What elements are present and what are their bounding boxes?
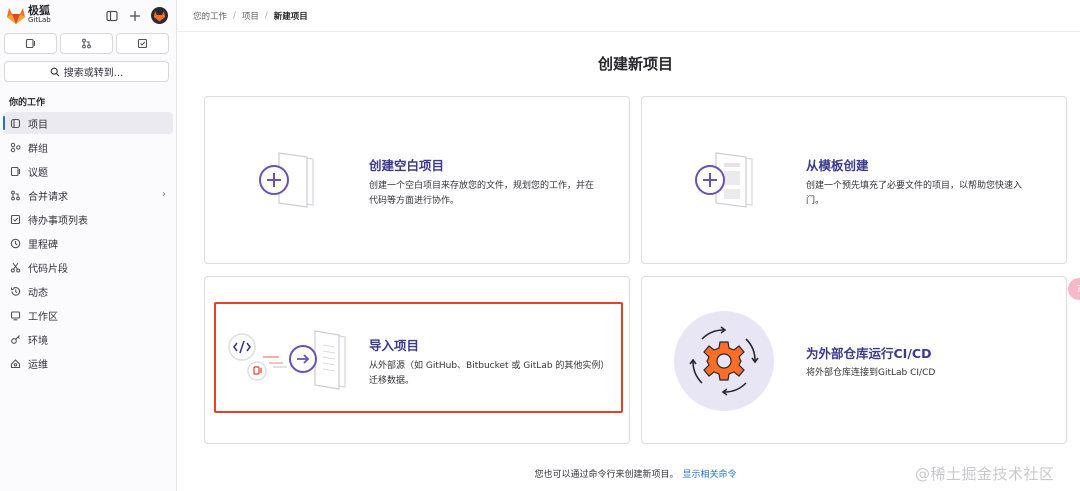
sidebar-item-environments[interactable]: 环境: [3, 328, 173, 350]
sidebar-item-label: 工作区: [28, 311, 58, 323]
sidebar-item-groups[interactable]: 群组: [3, 136, 173, 158]
card-description-line: 门。: [806, 196, 825, 206]
clock-icon: [9, 237, 21, 249]
project-icon: [9, 117, 21, 129]
sidebar-item-operations[interactable]: 运维: [3, 352, 173, 374]
breadcrumb-item-your-work[interactable]: 您的工作: [193, 10, 227, 22]
card-description-line: 创建一个空白项目来存放您的文件，规划您的工作，并在: [369, 181, 595, 191]
cicd-gear-illustration-icon: [674, 311, 774, 411]
card-title: 从模板创建: [806, 158, 869, 173]
sidebar-item-label: 待办事项列表: [28, 215, 88, 227]
card-description: 创建一个预先填充了必要文件的项目，以帮助您快速入 门。: [806, 179, 1022, 209]
workspace-icon: [9, 309, 21, 321]
group-icon: [9, 141, 21, 153]
brand-name: 极狐: [28, 4, 50, 17]
sidebar-item-label: 里程碑: [28, 239, 58, 251]
breadcrumb-separator: /: [264, 10, 268, 21]
create-from-template-card[interactable]: 从模板创建 创建一个预先填充了必要文件的项目，以帮助您快速入 门。: [641, 96, 1067, 264]
issues-icon: [9, 165, 21, 177]
card-description-line: 将外部仓库连接到GitLab CI/CD: [806, 368, 936, 378]
gitlab-logo-icon[interactable]: [6, 6, 26, 25]
import-project-focus-outline: [214, 302, 623, 413]
sidebar-item-label: 环境: [28, 335, 48, 347]
snippet-icon: [9, 261, 21, 273]
search-icon: [50, 67, 60, 76]
sidebar-item-label: 议题: [28, 167, 48, 179]
toggle-sidebar-icon[interactable]: [104, 8, 120, 24]
environment-icon: [9, 333, 21, 345]
card-description: 创建一个空白项目来存放您的文件，规划您的工作，并在 代码等方面进行协作。: [369, 179, 594, 209]
todo-icon: [9, 213, 21, 225]
quick-actions: [4, 33, 169, 54]
search-button[interactable]: 搜索或转到...: [4, 61, 169, 82]
plus-icon[interactable]: [127, 8, 143, 24]
card-title: 为外部仓库运行CI/CD: [806, 346, 932, 361]
operations-icon: [9, 357, 21, 369]
create-blank-project-card[interactable]: 创建空白项目 创建一个空白项目来存放您的文件，规划您的工作，并在 代码等方面进行…: [204, 96, 630, 264]
merge-request-icon: [82, 38, 91, 49]
cicd-for-external-repo-card[interactable]: 为外部仓库运行CI/CD 将外部仓库连接到GitLab CI/CD: [641, 276, 1067, 444]
issues-count-button[interactable]: [4, 33, 57, 54]
breadcrumb-item-projects[interactable]: 项目: [242, 10, 259, 22]
card-description-line: 代码等方面进行协作。: [369, 196, 460, 206]
sidebar-header: 极狐 GitLab: [0, 0, 177, 32]
page-title: 创建新项目: [597, 55, 673, 73]
sidebar-item-milestones[interactable]: 里程碑: [3, 232, 173, 254]
sidebar-item-snippets[interactable]: 代码片段: [3, 256, 173, 278]
chevron-right-icon[interactable]: ›: [162, 189, 166, 200]
help-button[interactable]: ?: [1068, 278, 1080, 300]
avatar[interactable]: [151, 7, 168, 24]
show-commands-link[interactable]: 显示相关命令: [683, 470, 737, 480]
breadcrumb: 您的工作 / 项目 / 新建项目: [177, 0, 1080, 32]
sidebar-item-activity[interactable]: 动态: [3, 280, 173, 302]
sidebar-item-issues[interactable]: 议题: [3, 160, 173, 182]
todo-icon: [137, 38, 148, 49]
history-icon: [9, 285, 21, 297]
brand-sub: GitLab: [28, 16, 51, 24]
sidebar-item-label: 合并请求: [28, 191, 68, 203]
card-description-line: 创建一个预先填充了必要文件的项目，以帮助您快速入: [806, 181, 1023, 191]
merge-requests-count-button[interactable]: [60, 33, 113, 54]
sidebar-item-label: 群组: [28, 143, 48, 155]
watermark: @稀土掘金技术社区: [915, 465, 1055, 483]
brand[interactable]: 极狐 GitLab: [28, 5, 51, 24]
breadcrumb-separator: /: [233, 10, 236, 21]
sidebar-item-label: 运维: [28, 359, 48, 371]
sidebar-item-label: 项目: [28, 119, 48, 131]
blank-project-illustration-icon: [259, 152, 314, 208]
breadcrumb-current: 新建项目: [273, 11, 308, 22]
sidebar-section-title: 你的工作: [9, 98, 46, 108]
sidebar-item-workspaces[interactable]: 工作区: [3, 304, 173, 326]
sidebar-item-label: 代码片段: [28, 263, 68, 275]
search-label: 搜索或转到...: [63, 68, 124, 79]
sidebar: 极狐 GitLab 搜索或转到... 你的工作 项目 群组 议题 合并请求 › …: [0, 0, 177, 491]
todos-count-button[interactable]: [116, 33, 169, 54]
template-illustration-icon: [695, 152, 753, 208]
card-title: 创建空白项目: [369, 158, 445, 173]
sidebar-item-label: 动态: [28, 287, 48, 299]
footer-text: 您也可以通过命令行来创建新项目。: [534, 470, 679, 480]
card-description: 将外部仓库连接到GitLab CI/CD: [806, 366, 935, 381]
sidebar-item-todos[interactable]: 待办事项列表: [3, 208, 173, 230]
issues-icon: [25, 38, 36, 49]
merge-request-icon: [9, 189, 21, 201]
sidebar-item-merge-requests[interactable]: 合并请求 ›: [3, 184, 173, 206]
sidebar-item-projects[interactable]: 项目: [3, 112, 173, 134]
sidebar-nav: 项目 群组 议题 合并请求 › 待办事项列表 里程碑 代码片段 动态 工作区 环…: [3, 112, 173, 376]
